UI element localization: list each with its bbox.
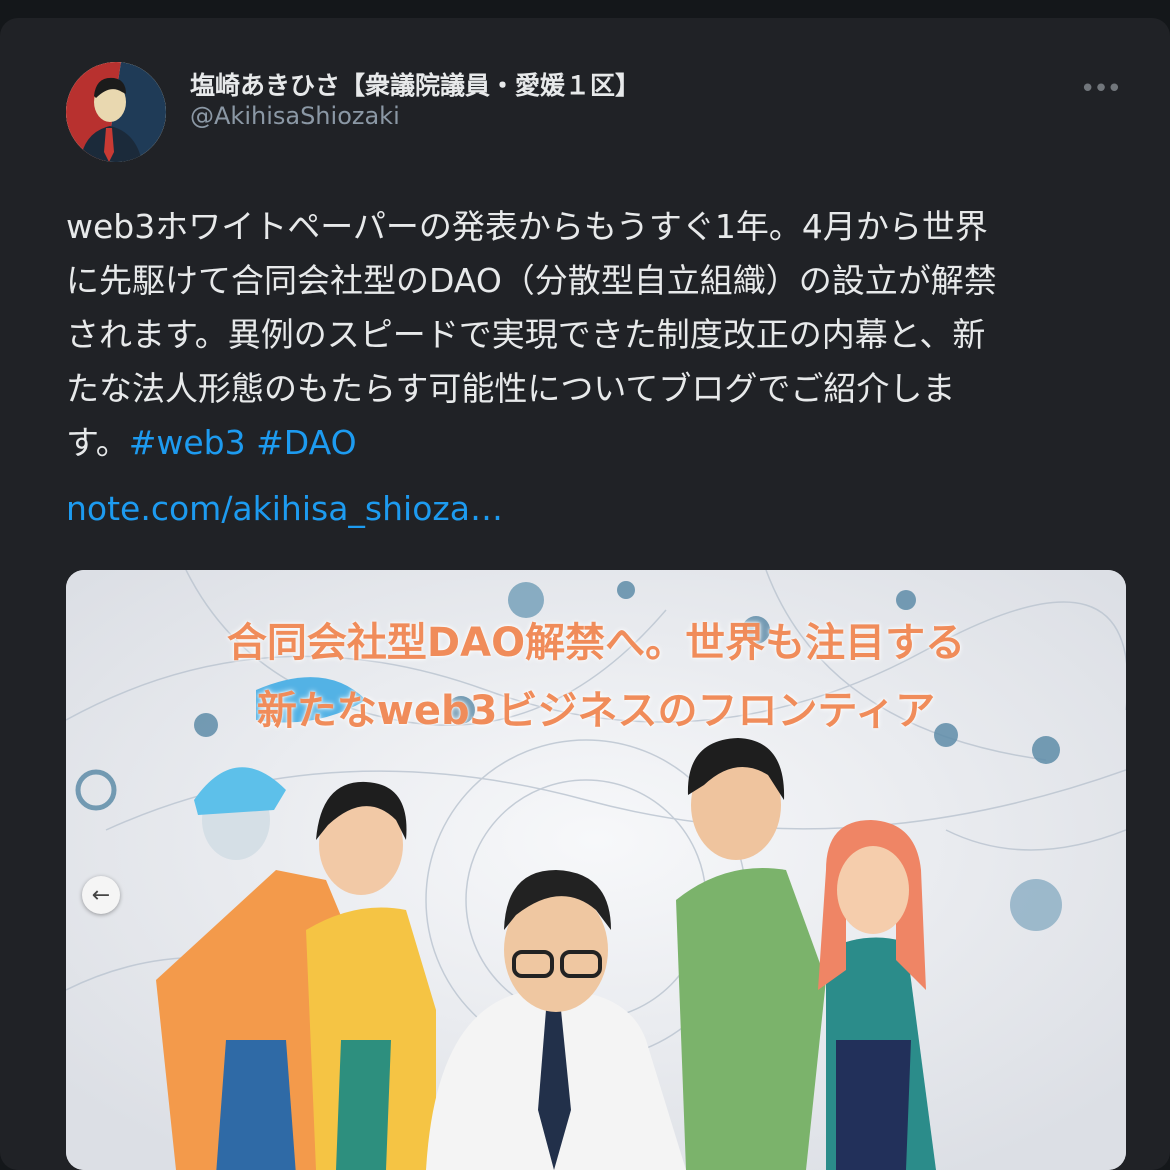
media-image[interactable]: 合同会社型DAO解禁へ。世界も注目する 新たなweb3ビジネスのフロンティア ← (66, 570, 1126, 1170)
hashtag-dao[interactable]: #DAO (256, 423, 356, 462)
tweet-text-line: す。 (66, 423, 129, 462)
tweet-text-line: されます。異例のスピードで実現できた制度改正の内幕と、新 (66, 315, 986, 354)
tweet-text-line: たな法人形態のもたらす可能性についてブログでご紹介しま (66, 369, 956, 408)
tweet-text-last-line: す。#web3 #DAO (66, 416, 1126, 470)
tweet-link[interactable]: note.com/akihisa_shioza… (66, 482, 503, 536)
tweet-text: web3ホワイトペーパーの発表からもうすぐ1年。4月から世界 に先駆けて合同会社… (66, 200, 1126, 470)
avatar[interactable] (66, 62, 166, 162)
author-name[interactable]: 塩崎あきひさ【衆議院議員・愛媛１区】 (190, 66, 640, 102)
media-headline-line: 新たなweb3ビジネスのフロンティア (256, 688, 936, 734)
author-handle[interactable]: @AkihisaShiozaki (190, 102, 400, 130)
more-horizontal-icon[interactable]: ••• (1080, 74, 1122, 104)
tweet-text-line: に先駆けて合同会社型のDAO（分散型自立組織）の設立が解禁 (66, 261, 997, 300)
avatar-portrait-image (66, 62, 166, 162)
hashtag-web3[interactable]: #web3 (129, 423, 246, 462)
media-headline-line: 合同会社型DAO解禁へ。世界も注目する (226, 620, 966, 666)
tweet-text-line: web3ホワイトペーパーの発表からもうすぐ1年。4月から世界 (66, 207, 988, 246)
tweet-card[interactable]: 塩崎あきひさ【衆議院議員・愛媛１区】 @AkihisaShiozaki ••• … (0, 18, 1170, 1170)
arrow-left-icon[interactable]: ← (82, 876, 120, 914)
